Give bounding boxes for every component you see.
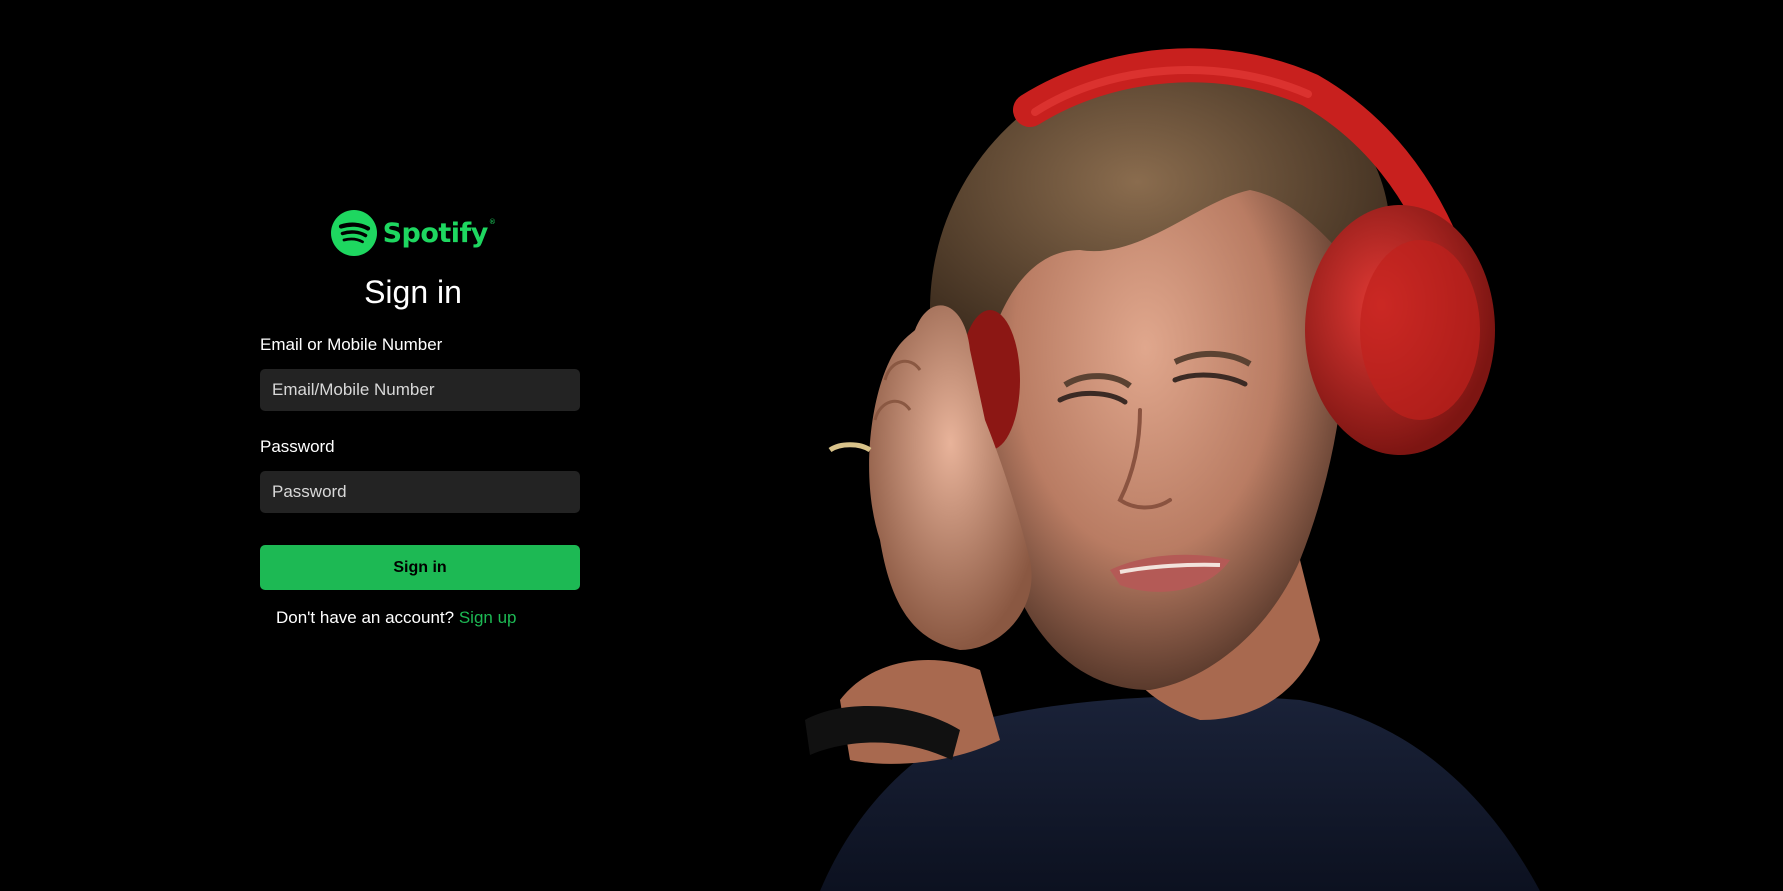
sign-up-link[interactable]: Sign up (459, 608, 517, 627)
spotify-logo-icon (330, 210, 377, 256)
brand-logo: Spotify® (246, 210, 580, 256)
login-panel: Spotify® Sign in Email or Mobile Number … (260, 210, 580, 628)
email-input[interactable] (260, 369, 580, 411)
signup-prompt: Don't have an account? Sign up (260, 608, 580, 628)
password-label: Password (260, 437, 335, 456)
brand-name: Spotify® (382, 217, 496, 249)
page-title: Sign in (364, 274, 462, 310)
email-label: Email or Mobile Number (260, 335, 443, 354)
login-page: Spotify® Sign in Email or Mobile Number … (0, 0, 1783, 891)
hero-image (780, 0, 1783, 891)
password-input[interactable] (260, 471, 580, 513)
woman-with-red-headphones-photo (780, 0, 1783, 891)
trademark-symbol: ® (488, 217, 496, 226)
sign-in-button[interactable]: Sign in (260, 545, 580, 590)
signup-prompt-text: Don't have an account? (276, 608, 455, 627)
